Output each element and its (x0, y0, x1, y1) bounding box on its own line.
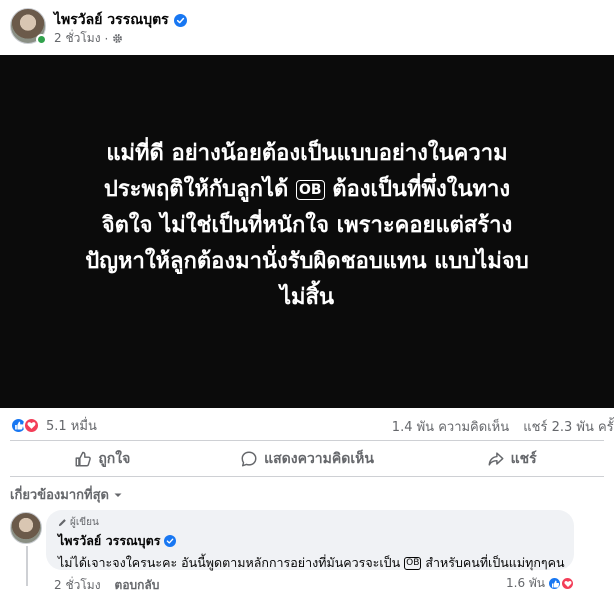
comment-text: ไม่ได้เจาะจงใครนะคะ อันนี้พูดตามหลักการอ… (58, 553, 565, 573)
share-arrow-icon (488, 452, 504, 466)
comment-text-segment: ไม่ได้เจาะจงใครนะคะ อันนี้พูดตามหลักการอ… (58, 555, 401, 570)
love-reaction-icon (23, 417, 40, 434)
verified-badge-icon (173, 13, 187, 27)
like-button-label: ถูกใจ (98, 451, 131, 467)
like-button[interactable]: ถูกใจ (0, 444, 205, 474)
post-text-line: จิตใจ ไม่ใช่เป็นที่หนักใจ เพราะคอยแต่สร้… (101, 212, 513, 238)
commenter-name[interactable]: ไพรวัลย์ วรรณบุตร (58, 531, 160, 551)
author-badge-label: ผู้เขียน (70, 517, 99, 528)
post-action-bar: ถูกใจ แสดงความคิดเห็น แชร์ (0, 444, 614, 474)
share-count[interactable]: แชร์ 2.3 พัน ครั้ง (523, 420, 614, 435)
comment-time[interactable]: 2 ชั่วโมง (54, 576, 101, 594)
post-stats: 5.1 หมื่น 1.4 พัน ความคิดเห็น แชร์ 2.3 พ… (0, 412, 614, 438)
thread-line (26, 546, 28, 586)
comment-bubble-icon (241, 451, 257, 467)
post-text-line: แม่ที่ดี อย่างน้อยต้องเป็นแบบอย่างในความ (106, 140, 508, 166)
post-text-line: ไม่สิ้น (279, 284, 335, 310)
commenter-avatar[interactable] (10, 512, 42, 544)
post-header: ไพรวัลย์ วรรณบุตร 2 ชั่วโมง · (0, 0, 614, 54)
love-reaction-icon (560, 576, 576, 591)
post-content-card: แม่ที่ดี อย่างน้อยต้องเป็นแบบอย่างในความ… (0, 55, 614, 408)
comment-footer: 2 ชั่วโมง ตอบกลับ (54, 576, 159, 594)
author-badge: ผู้เขียน (58, 516, 562, 529)
comment-button-label: แสดงความคิดเห็น (264, 451, 374, 467)
post-text: แม่ที่ดี อย่างน้อยต้องเป็นแบบอย่างในความ… (27, 136, 587, 316)
share-button[interactable]: แชร์ (409, 444, 614, 474)
post-text-line: ปัญหาให้ลูกต้องมานั่งรับผิดชอบแทน แบบไม่… (85, 248, 529, 274)
gear-icon[interactable] (112, 33, 123, 44)
comment-bubble: ผู้เขียน ไพรวัลย์ วรรณบุตร ไม่ได้เจาะจงใ… (46, 510, 574, 570)
post-text-segment: ต้องเป็นที่พึ่งในทาง (332, 176, 511, 202)
comment-reaction-count: 1.6 พัน (506, 576, 546, 590)
comment-sort-dropdown[interactable]: เกี่ยวข้องมากที่สุด (10, 484, 123, 505)
comment-button[interactable]: แสดงความคิดเห็น (205, 444, 410, 474)
post-text-segment: ประพฤติให้กับลูกได้ (103, 176, 289, 202)
pencil-icon (58, 519, 66, 527)
reply-button[interactable]: ตอบกลับ (115, 576, 160, 594)
chevron-down-icon (114, 493, 122, 497)
comment-count[interactable]: 1.4 พัน ความคิดเห็น (392, 420, 509, 435)
online-status-dot (36, 34, 47, 45)
comment-text-segment: สำหรับคนที่เป็นแม่ทุกๆคน (425, 555, 565, 570)
meta-separator: · (104, 31, 109, 46)
ob-emoji-icon: OB (404, 557, 422, 570)
post-time[interactable]: 2 ชั่วโมง (54, 29, 101, 48)
verified-badge-icon (164, 535, 177, 547)
divider (10, 476, 604, 477)
divider (10, 440, 604, 441)
reaction-count[interactable]: 5.1 หมื่น (46, 415, 97, 436)
comment-sort-label: เกี่ยวข้องมากที่สุด (10, 488, 109, 503)
comment-reactions[interactable]: 1.6 พัน (506, 574, 576, 593)
author-name[interactable]: ไพรวัลย์ วรรณบุตร (54, 9, 169, 31)
post-text-line: ประพฤติให้กับลูกได้ OB ต้องเป็นที่พึ่งใน… (27, 172, 587, 208)
reaction-summary[interactable]: 5.1 หมื่น (10, 415, 97, 436)
ob-emoji-icon: OB (295, 179, 325, 200)
thumbs-up-icon (75, 451, 92, 467)
share-button-label: แชร์ (510, 451, 537, 467)
